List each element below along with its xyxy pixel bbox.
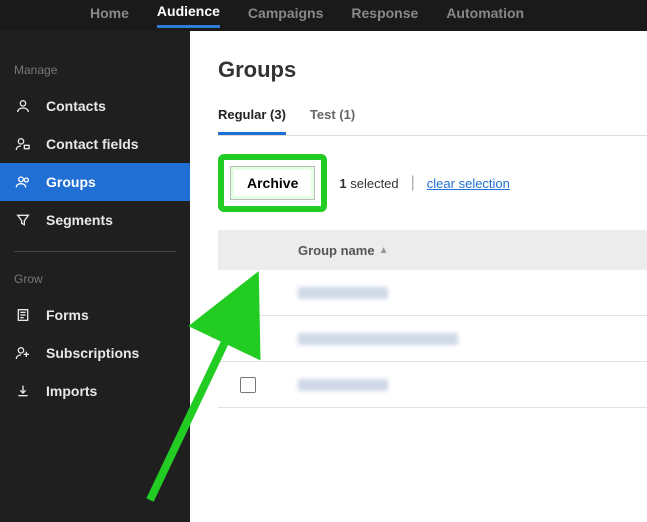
- group-name-cell[interactable]: [298, 379, 388, 391]
- sidebar-item-label: Contact fields: [46, 136, 139, 152]
- clear-selection-link[interactable]: clear selection: [427, 176, 510, 191]
- sidebar-item-label: Groups: [46, 174, 96, 190]
- row-checkbox[interactable]: [240, 285, 256, 301]
- page-title: Groups: [218, 57, 647, 83]
- sidebar-item-subscriptions[interactable]: Subscriptions: [0, 334, 190, 372]
- sidebar-item-segments[interactable]: Segments: [0, 201, 190, 239]
- row-checkbox[interactable]: [240, 331, 256, 347]
- table-row: [218, 362, 647, 408]
- sidebar: Manage Contacts Contact fields Groups Se…: [0, 31, 190, 522]
- sort-indicator-icon: ▲: [379, 245, 389, 256]
- sidebar-item-label: Contacts: [46, 98, 106, 114]
- nav-home[interactable]: Home: [90, 5, 129, 27]
- table-row: [218, 270, 647, 316]
- group-name-cell[interactable]: [298, 287, 388, 299]
- sidebar-item-forms[interactable]: Forms: [0, 296, 190, 334]
- selected-count-text: 1 selected: [339, 176, 398, 191]
- nav-automation[interactable]: Automation: [446, 5, 524, 27]
- tab-regular[interactable]: Regular (3): [218, 107, 286, 135]
- archive-button[interactable]: Archive: [230, 166, 315, 200]
- main-content: Groups Regular (3) Test (1) Archive 1 se…: [190, 31, 647, 522]
- selected-suffix: selected: [350, 176, 398, 191]
- table-header: Group name ▲: [218, 230, 647, 270]
- person-icon: [14, 97, 32, 115]
- group-name-cell[interactable]: [298, 333, 458, 345]
- nav-response[interactable]: Response: [351, 5, 418, 27]
- tutorial-highlight: Archive: [218, 154, 327, 212]
- redacted-text: [298, 379, 388, 391]
- tab-test[interactable]: Test (1): [310, 107, 355, 135]
- sidebar-item-groups[interactable]: Groups: [0, 163, 190, 201]
- sidebar-divider: [14, 251, 176, 252]
- redacted-text: [298, 287, 388, 299]
- separator: |: [411, 174, 415, 192]
- form-icon: [14, 306, 32, 324]
- sidebar-section-grow: Grow: [0, 264, 190, 296]
- sidebar-item-label: Forms: [46, 307, 89, 323]
- selected-count-number: 1: [339, 176, 346, 191]
- nav-audience[interactable]: Audience: [157, 3, 220, 28]
- sidebar-item-contact-fields[interactable]: Contact fields: [0, 125, 190, 163]
- sidebar-item-label: Imports: [46, 383, 97, 399]
- table-row: [218, 316, 647, 362]
- sidebar-item-label: Subscriptions: [46, 345, 139, 361]
- redacted-text: [298, 333, 458, 345]
- column-header-name[interactable]: Group name: [298, 243, 375, 258]
- sidebar-item-label: Segments: [46, 212, 113, 228]
- tabs: Regular (3) Test (1): [218, 107, 647, 136]
- people-icon: [14, 173, 32, 191]
- person-tag-icon: [14, 135, 32, 153]
- download-icon: [14, 382, 32, 400]
- row-checkbox[interactable]: [240, 377, 256, 393]
- action-bar: Archive 1 selected | clear selection: [218, 154, 647, 212]
- filter-icon: [14, 211, 32, 229]
- sidebar-item-contacts[interactable]: Contacts: [0, 87, 190, 125]
- nav-campaigns[interactable]: Campaigns: [248, 5, 323, 27]
- top-nav: Home Audience Campaigns Response Automat…: [0, 0, 647, 31]
- groups-table: Group name ▲: [218, 230, 647, 408]
- sidebar-section-manage: Manage: [0, 55, 190, 87]
- sidebar-item-imports[interactable]: Imports: [0, 372, 190, 410]
- subscribe-icon: [14, 344, 32, 362]
